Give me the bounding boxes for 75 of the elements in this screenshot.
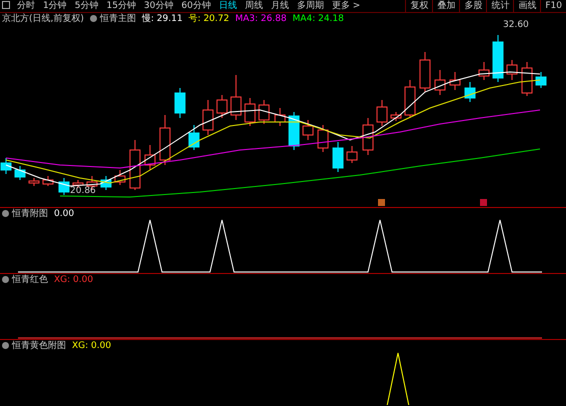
candlestick — [144, 144, 156, 170]
candlestick — [420, 52, 430, 92]
square-icon[interactable] — [2, 1, 10, 9]
toolbar-button[interactable]: 画线 — [513, 0, 540, 12]
candlestick — [258, 100, 270, 124]
candlestick — [318, 124, 328, 152]
candlestick — [188, 124, 200, 150]
signal-line — [386, 352, 410, 405]
candlestick — [42, 176, 54, 186]
indicator-name: 恒青红色 — [12, 274, 48, 286]
period-tab[interactable]: 多周期 — [292, 0, 328, 12]
toolbar-button[interactable]: 多股 — [459, 0, 486, 12]
candlestick — [464, 82, 476, 102]
candlestick — [174, 88, 186, 118]
candlestick — [506, 60, 518, 80]
period-tab[interactable]: 分时 — [13, 0, 39, 12]
stock-title: 京北方(日线,前复权) — [2, 12, 84, 25]
candlestick — [114, 170, 126, 186]
candlestick — [274, 108, 286, 126]
candlestick — [332, 142, 344, 172]
candlestick — [302, 120, 314, 140]
candlestick — [58, 178, 70, 196]
candlestick — [160, 114, 170, 166]
period-tab[interactable]: 日线 — [214, 0, 241, 12]
indicator-name: 恒青黄色附图 — [12, 340, 66, 352]
marker-icon — [378, 199, 385, 206]
candlestick — [288, 112, 300, 150]
circle-icon[interactable] — [2, 342, 9, 349]
candlestick — [492, 34, 504, 82]
toolbar-button[interactable]: 统计 — [486, 0, 514, 12]
period-tab[interactable]: 1分钟 — [39, 0, 71, 12]
candlestick — [522, 62, 532, 96]
high-price-label: 32.60 — [503, 20, 529, 30]
candlestick — [28, 178, 40, 186]
indicator-value: 慢: 29.11 — [142, 12, 183, 25]
candlestick — [404, 80, 416, 118]
candlestick — [346, 146, 358, 164]
candlestick — [14, 166, 26, 180]
candlestick — [244, 98, 256, 126]
indicator-name: 恒青附图 — [12, 208, 48, 220]
candlestick — [434, 70, 446, 96]
indicator-value: MA4: 24.18 — [292, 14, 344, 24]
marker-icon — [480, 199, 487, 206]
toolbar-button[interactable]: 复权 — [405, 0, 432, 12]
circle-icon[interactable] — [2, 276, 9, 283]
candlestick — [100, 176, 112, 190]
candlestick — [450, 72, 460, 90]
candlestick — [376, 100, 388, 126]
toolbar-button[interactable]: 叠加 — [432, 0, 460, 12]
indicator-name: 恒青主图 — [100, 12, 136, 25]
period-tab[interactable]: 周线 — [240, 0, 267, 12]
toolbar-button[interactable]: F10 — [540, 0, 566, 12]
indicator-value: MA3: 26.88 — [235, 14, 287, 24]
candlestick — [478, 62, 490, 80]
period-tab[interactable]: 5分钟 — [70, 0, 102, 12]
candlestick — [216, 94, 228, 118]
period-tab[interactable]: 30分钟 — [140, 0, 178, 12]
indicator-value: XG: 0.00 — [72, 340, 112, 350]
indicator-value: 号: 20.72 — [188, 13, 230, 25]
period-tab[interactable]: 更多 > — [328, 0, 364, 12]
candlestick — [390, 112, 402, 122]
period-tab[interactable]: 15分钟 — [102, 0, 140, 12]
circle-icon[interactable] — [90, 15, 97, 22]
indicator-value: 0.00 — [54, 208, 74, 218]
period-tab[interactable]: 月线 — [266, 0, 293, 12]
circle-icon[interactable] — [2, 210, 9, 217]
indicator-value: XG: 0.00 — [54, 274, 94, 284]
low-price-label: 20.86 — [70, 186, 96, 196]
candlestick — [362, 118, 374, 156]
period-tab[interactable]: 60分钟 — [177, 0, 215, 12]
candlestick — [130, 140, 140, 190]
candlestick — [202, 100, 214, 136]
candlestick — [230, 74, 242, 120]
candlestick — [536, 72, 546, 88]
candlestick — [0, 158, 12, 174]
